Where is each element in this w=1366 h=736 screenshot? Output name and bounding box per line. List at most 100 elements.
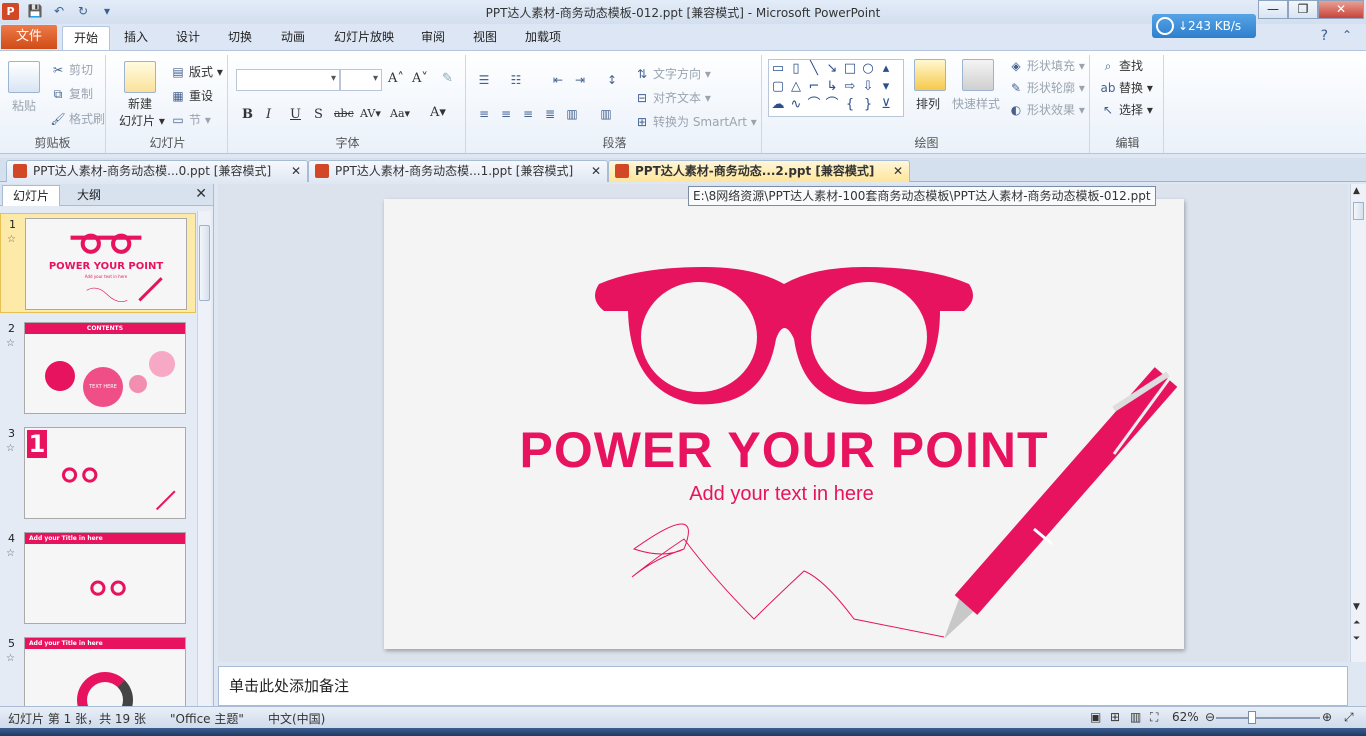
doc-tab-2[interactable]: PPT达人素材-商务动态模...1.ppt [兼容模式] ✕ (308, 160, 608, 182)
numbering-icon[interactable]: ☷ (508, 73, 524, 87)
thumbnail-slide-4[interactable]: 4 ☆ Add your Title in here (0, 528, 196, 628)
layout-button[interactable]: ▤ 版式 ▾ (170, 63, 223, 80)
italic-button[interactable]: I (266, 107, 271, 122)
textbox-shape-icon[interactable]: ▭ (769, 60, 787, 78)
shrink-font-button[interactable]: A˅ (412, 71, 428, 86)
maximize-button[interactable]: ❐ (1288, 0, 1318, 19)
tab-transitions[interactable]: 切换 (222, 26, 258, 50)
slide-sorter-icon[interactable]: ⊞ (1110, 710, 1120, 724)
font-color-button[interactable]: A▾ (430, 105, 446, 120)
paste-button[interactable]: 粘贴 (12, 97, 36, 114)
notes-pane[interactable]: 单击此处添加备注 (218, 666, 1348, 706)
new-slide-dropdown[interactable]: 幻灯片 ▾ (119, 112, 165, 129)
new-slide-icon[interactable] (124, 61, 156, 93)
find-button[interactable]: ⌕ 查找 (1100, 57, 1143, 74)
font-name-combo[interactable] (236, 69, 340, 91)
arrange-icon[interactable] (914, 59, 946, 91)
close-tab-icon[interactable]: ✕ (291, 161, 301, 181)
tab-view[interactable]: 视图 (467, 26, 503, 50)
next-slide-icon[interactable]: ⏷ (1353, 634, 1360, 644)
scribble-shape-icon[interactable]: ∿ (787, 96, 805, 114)
reset-button[interactable]: ▦ 重设 (170, 87, 213, 104)
tab-home[interactable]: 开始 (62, 26, 110, 50)
reading-view-icon[interactable]: ▥ (1130, 710, 1141, 724)
notes-placeholder[interactable]: 单击此处添加备注 (229, 677, 349, 695)
right-brace-shape-icon[interactable]: } (859, 96, 877, 114)
strikethrough-button[interactable]: abc (334, 107, 354, 120)
justify-icon[interactable]: ≣ (542, 107, 558, 121)
editor-vertical-scrollbar[interactable]: ▲ ▼ ⏶ ⏷ (1350, 184, 1366, 662)
gallery-up-icon[interactable]: ▴ (877, 60, 895, 78)
select-button[interactable]: ↖ 选择 ▾ (1100, 101, 1153, 118)
thumbnail-slide-2[interactable]: 2 ☆ CONTENTS TEXT HERE (0, 318, 196, 418)
freeform-shape-icon[interactable]: ☁ (769, 96, 787, 114)
right-arrow-shape-icon[interactable]: ⇨ (841, 78, 859, 96)
slideshow-icon[interactable]: ⛶ (1150, 710, 1158, 725)
scroll-thumb[interactable] (199, 225, 210, 301)
bullets-icon[interactable]: ☰ (476, 73, 492, 87)
cut-button[interactable]: ✂ 剪切 (50, 61, 93, 78)
tab-slideshow[interactable]: 幻灯片放映 (328, 26, 400, 50)
section-button[interactable]: ▭ 节 ▾ (170, 111, 211, 128)
minimize-ribbon-icon[interactable]: ⌃ (1342, 28, 1352, 42)
tab-insert[interactable]: 插入 (118, 26, 154, 50)
scroll-down-icon[interactable]: ▼ (1353, 602, 1360, 612)
arc-shape-icon[interactable]: ⌒ (823, 96, 841, 114)
grow-font-button[interactable]: A˄ (388, 71, 404, 86)
shape-effects-button[interactable]: ◐ 形状效果 ▾ (1008, 101, 1085, 118)
close-pane-icon[interactable]: ✕ (195, 186, 207, 202)
copy-button[interactable]: ⧉ 复制 (50, 85, 93, 102)
decrease-indent-icon[interactable]: ⇤ (550, 73, 566, 87)
language[interactable]: 中文(中国) (268, 710, 325, 727)
netspeed-widget[interactable]: ↓243 KB/s (1152, 14, 1256, 38)
quick-styles-button[interactable]: 快速样式 (952, 95, 1000, 112)
gallery-down-icon[interactable]: ▾ (877, 78, 895, 96)
normal-view-icon[interactable]: ▣ (1090, 710, 1101, 724)
clear-format-icon[interactable]: ✎ (442, 71, 453, 86)
slides-pane-scrollbar[interactable] (197, 211, 211, 706)
smartart-button[interactable]: ⊞ 转换为 SmartArt ▾ (634, 113, 757, 130)
line-spacing-icon[interactable]: ↕ (604, 73, 620, 87)
shadow-button[interactable]: S (314, 107, 323, 122)
shape-outline-button[interactable]: ✎ 形状轮廓 ▾ (1008, 79, 1085, 96)
close-tab-icon[interactable]: ✕ (893, 161, 903, 181)
replace-button[interactable]: ab 替换 ▾ (1100, 79, 1153, 96)
slide-subtitle[interactable]: Add your text in here (384, 483, 1179, 506)
align-text-button[interactable]: ⊟ 对齐文本 ▾ (634, 89, 711, 106)
minimize-button[interactable]: — (1258, 0, 1288, 19)
scroll-up-icon[interactable]: ▲ (1353, 186, 1360, 196)
arrow-line-shape-icon[interactable]: ↘ (823, 60, 841, 78)
tab-animations[interactable]: 动画 (275, 26, 311, 50)
tab-addins[interactable]: 加载项 (519, 26, 567, 50)
doc-tab-1[interactable]: PPT达人素材-商务动态模...0.ppt [兼容模式] ✕ (6, 160, 308, 182)
left-brace-shape-icon[interactable]: { (841, 96, 859, 114)
tab-slides[interactable]: 幻灯片 (2, 185, 60, 206)
char-spacing-button[interactable]: AV▾ (360, 107, 381, 120)
current-slide[interactable]: POWER YOUR POINT Add your text in here (384, 199, 1184, 649)
arrange-button[interactable]: 排列 (916, 95, 940, 112)
text-direction-button[interactable]: ⇅ 文字方向 ▾ (634, 65, 711, 82)
line-shape-icon[interactable]: ╲ (805, 60, 823, 78)
shapes-gallery[interactable]: ▭ ▯ ╲ ↘ □ ○ ▴ ▢ △ ⌐ ↳ ⇨ ⇩ ▾ ☁ ∿ ⌒ ⌒{} ⊻ (768, 59, 904, 117)
vtextbox-shape-icon[interactable]: ▯ (787, 60, 805, 78)
format-painter-button[interactable]: 🖌 格式刷 (50, 110, 105, 127)
close-tab-icon[interactable]: ✕ (591, 161, 601, 181)
font-size-combo[interactable] (340, 69, 382, 91)
elbow-arrow-shape-icon[interactable]: ↳ (823, 78, 841, 96)
thumbnail-slide-1[interactable]: 1 ☆ POWER YOUR POINT Add your text in he… (0, 213, 196, 313)
zoom-level[interactable]: 62% (1172, 710, 1199, 724)
new-slide-button[interactable]: 新建 (128, 95, 152, 112)
zoom-out-icon[interactable]: ⊖ (1205, 710, 1215, 724)
increase-indent-icon[interactable]: ⇥ (572, 73, 588, 87)
down-arrow-shape-icon[interactable]: ⇩ (859, 78, 877, 96)
theme-name[interactable]: "Office 主题" (170, 710, 244, 727)
doc-tab-3[interactable]: PPT达人素材-商务动态...2.ppt [兼容模式] ✕ (608, 160, 910, 182)
align-left-icon[interactable]: ≡ (476, 107, 492, 121)
oval-shape-icon[interactable]: ○ (859, 60, 877, 78)
tab-review[interactable]: 审阅 (415, 26, 451, 50)
fit-to-window-icon[interactable]: ⤢ (1344, 710, 1354, 725)
zoom-in-icon[interactable]: ⊕ (1322, 710, 1332, 724)
triangle-shape-icon[interactable]: △ (787, 78, 805, 96)
tab-outline[interactable]: 大纲 (62, 185, 116, 206)
prev-slide-icon[interactable]: ⏶ (1353, 618, 1360, 628)
